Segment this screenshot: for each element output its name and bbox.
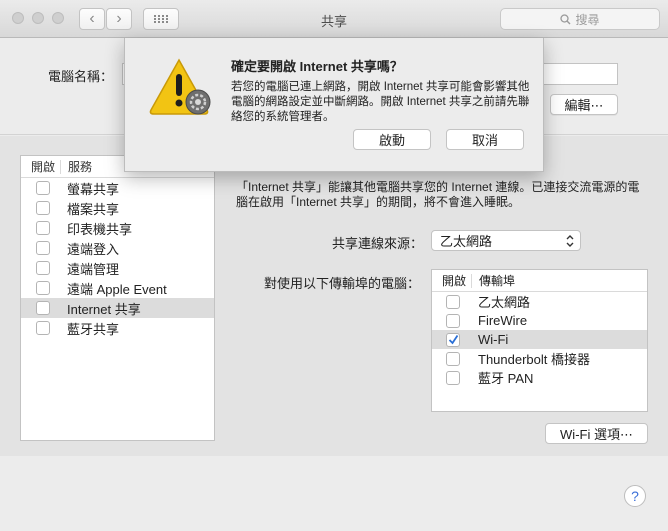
search-icon bbox=[560, 13, 571, 24]
service-item[interactable]: 檔案共享 bbox=[21, 198, 214, 218]
ports-label: 對使用以下傳輸埠的電腦： bbox=[264, 276, 421, 291]
service-item-label: 螢幕共享 bbox=[67, 181, 120, 197]
title-bar: ‹ › 共享 搜尋 bbox=[0, 0, 668, 38]
edit-button[interactable]: 編輯⋯ bbox=[550, 94, 618, 115]
service-item-label: Internet 共享 bbox=[67, 301, 141, 317]
checkbox[interactable] bbox=[446, 313, 460, 328]
port-item[interactable]: 乙太網路 bbox=[432, 292, 647, 311]
checkbox[interactable] bbox=[36, 201, 50, 215]
checkbox-checked[interactable] bbox=[446, 332, 460, 347]
footer-area bbox=[0, 456, 668, 531]
port-item[interactable]: Wi-Fi bbox=[432, 330, 647, 349]
search-placeholder: 搜尋 bbox=[575, 12, 600, 27]
service-item-label: 遠端登入 bbox=[67, 241, 120, 257]
checkbox[interactable] bbox=[36, 221, 50, 235]
search-field[interactable]: 搜尋 bbox=[500, 8, 660, 30]
port-item-label: 乙太網路 bbox=[478, 295, 531, 310]
services-header-on: 開啟 bbox=[21, 159, 61, 174]
port-item[interactable]: Thunderbolt 橋接器 bbox=[432, 349, 647, 368]
wifi-options-button[interactable]: Wi-Fi 選項⋯ bbox=[545, 423, 648, 444]
service-item-label: 藍牙共享 bbox=[67, 321, 120, 337]
port-item-label: FireWire bbox=[478, 313, 528, 328]
share-source-select[interactable]: 乙太網路 bbox=[431, 230, 581, 251]
ports-header-on: 開啟 bbox=[432, 273, 472, 288]
checkmark-icon bbox=[448, 335, 458, 345]
service-item[interactable]: 遠端管理 bbox=[21, 258, 214, 278]
checkbox[interactable] bbox=[446, 294, 460, 309]
service-item-label: 遠端 Apple Event bbox=[67, 281, 167, 297]
start-button[interactable]: 啟動 bbox=[353, 129, 431, 150]
checkbox[interactable] bbox=[36, 281, 50, 295]
checkbox[interactable] bbox=[36, 261, 50, 275]
help-button[interactable]: ? bbox=[624, 485, 646, 507]
service-item[interactable]: 印表機共享 bbox=[21, 218, 214, 238]
checkbox[interactable] bbox=[446, 370, 460, 385]
share-source-label: 共享連線來源： bbox=[332, 236, 424, 251]
checkbox[interactable] bbox=[36, 321, 50, 335]
sheet-title: 確定要開啟 Internet 共享嗎？ bbox=[231, 59, 403, 74]
service-item[interactable]: 藍牙共享 bbox=[21, 318, 214, 338]
ports-list: 開啟 傳輸埠 乙太網路 FireWire Wi-Fi Thunderbolt 橋接器藍… bbox=[431, 269, 648, 412]
service-item-label: 遠端管理 bbox=[67, 261, 120, 277]
checkbox[interactable] bbox=[36, 241, 50, 255]
port-item-label: Wi-Fi bbox=[478, 332, 509, 347]
up-down-arrows-icon bbox=[566, 235, 574, 247]
port-item[interactable]: FireWire bbox=[432, 311, 647, 330]
port-item[interactable]: 藍牙 PAN bbox=[432, 368, 647, 387]
service-item[interactable]: 螢幕共享 bbox=[21, 178, 214, 198]
ports-header: 開啟 傳輸埠 bbox=[432, 270, 647, 292]
port-item-label: 藍牙 PAN bbox=[478, 371, 534, 386]
internet-sharing-description: 「Internet 共享」能讓其他電腦共享您的 Internet 連線。已連接交… bbox=[236, 180, 640, 209]
service-item[interactable]: Internet 共享 bbox=[21, 298, 214, 318]
share-source-value: 乙太網路 bbox=[440, 234, 493, 249]
computer-name-label: 電腦名稱： bbox=[48, 69, 114, 84]
confirm-sheet: 確定要開啟 Internet 共享嗎？ 若您的電腦已連上網路，開啟 Intern… bbox=[124, 38, 544, 172]
port-item-label: Thunderbolt 橋接器 bbox=[478, 352, 590, 367]
service-item-label: 檔案共享 bbox=[67, 201, 120, 217]
checkbox[interactable] bbox=[36, 181, 50, 195]
cancel-button[interactable]: 取消 bbox=[446, 129, 524, 150]
sheet-message: 若您的電腦已連上網路，開啟 Internet 共享可能會影響其他電腦的網路設定並… bbox=[231, 81, 530, 123]
ports-header-port: 傳輸埠 bbox=[479, 274, 516, 288]
service-item-label: 印表機共享 bbox=[67, 221, 133, 237]
services-list: 開啟 服務 螢幕共享檔案共享印表機共享遠端登入遠端管理遠端 Apple Even… bbox=[20, 155, 215, 441]
service-item[interactable]: 遠端登入 bbox=[21, 238, 214, 258]
checkbox[interactable] bbox=[36, 301, 50, 315]
services-header-service: 服務 bbox=[68, 160, 93, 174]
warning-icon bbox=[149, 58, 211, 115]
checkbox[interactable] bbox=[446, 351, 460, 366]
service-item[interactable]: 遠端 Apple Event bbox=[21, 278, 214, 298]
